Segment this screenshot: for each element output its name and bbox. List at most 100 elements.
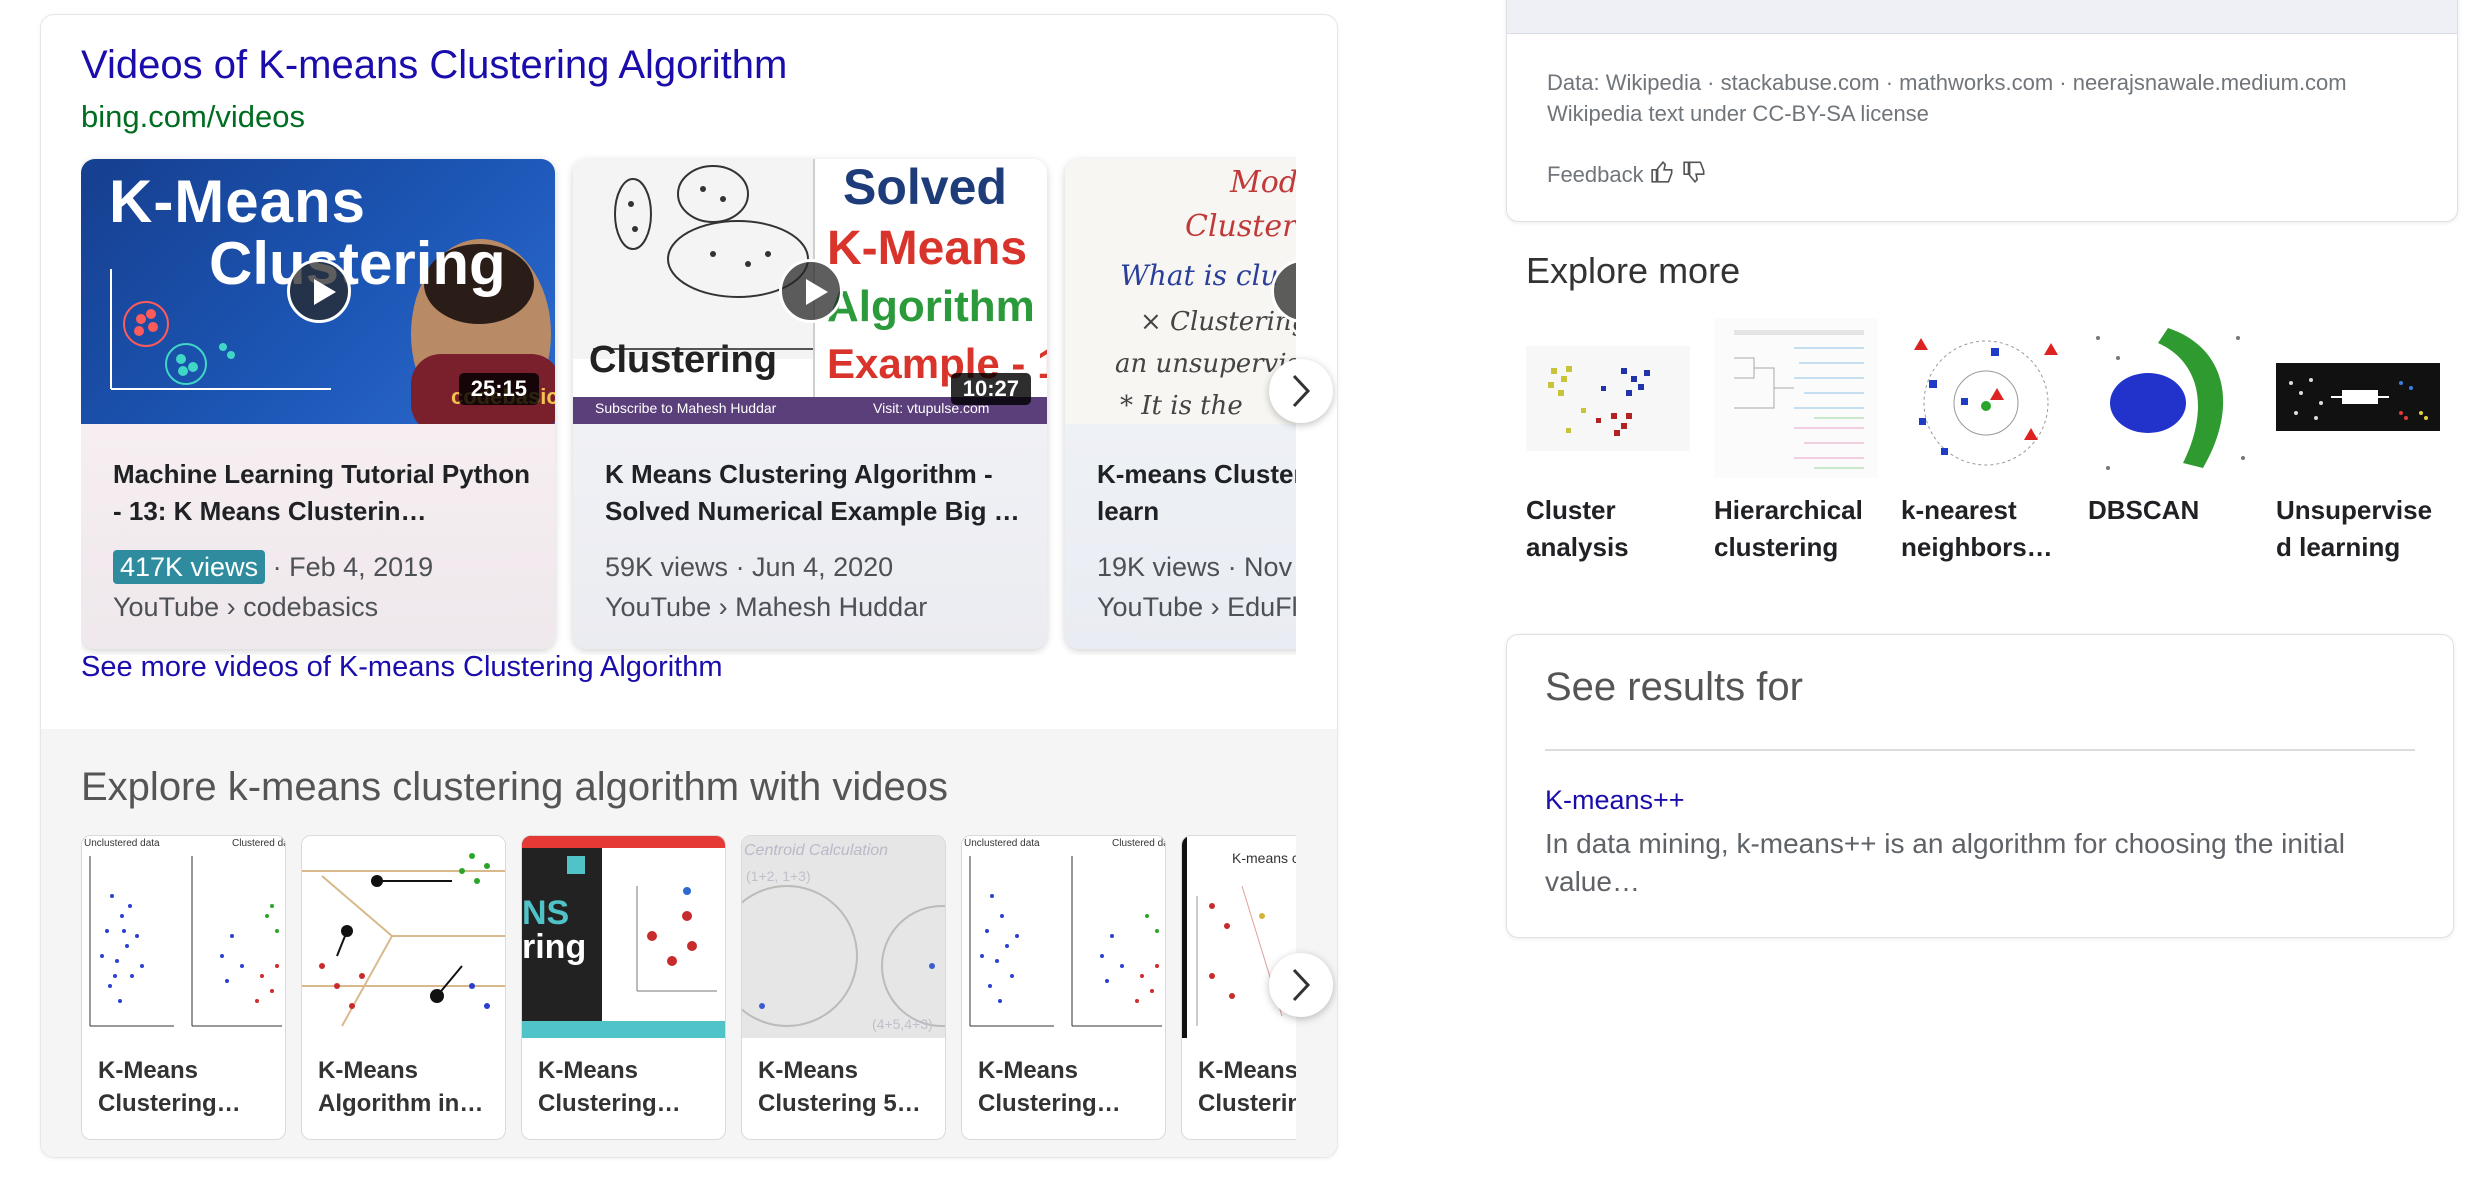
- explore-more-image: [1714, 318, 1878, 478]
- thumb-heading: K-Means: [109, 168, 367, 235]
- thumbs-up-icon[interactable]: [1650, 159, 1676, 191]
- video-tile[interactable]: Unclustered data Clustered da K-Means Cl…: [81, 835, 286, 1140]
- explore-more-title: Explore more: [1526, 250, 1741, 291]
- data-sources-text[interactable]: Data: Wikipedia · stackabuse.com · mathw…: [1547, 67, 2347, 98]
- thumb-caption: Clustered da: [1112, 838, 1165, 849]
- chevron-right-icon[interactable]: [1269, 953, 1333, 1017]
- see-results-title: See results for: [1545, 665, 1803, 709]
- tile-label: K-Means Clustering: [1198, 1057, 1296, 1117]
- result-link[interactable]: K-means++: [1545, 785, 1685, 816]
- thumb-text: an unsupervis: [1115, 349, 1296, 379]
- cluster-analysis-thumb: [1526, 346, 1690, 451]
- explore-videos-section: Explore k-means clustering algorithm wit…: [41, 729, 1337, 1157]
- video-tile[interactable]: NS ring K-Means Clustering…: [521, 835, 726, 1140]
- views-badge: 417K views: [113, 550, 266, 584]
- video-tile[interactable]: Unclustered data Clustered da K-Means Cl…: [961, 835, 1166, 1140]
- video-meta: K-means Clustering KTU Machine learn 19K…: [1065, 424, 1296, 649]
- scatter-thumb: [962, 836, 1165, 1038]
- video-tile[interactable]: K-Means Algorithm in…: [301, 835, 506, 1140]
- thumb-text: * It is the: [1120, 391, 1243, 421]
- video-views: 59K views: [605, 552, 729, 582]
- video-card[interactable]: Modu Clustering What is clu × Clustering…: [1065, 159, 1296, 649]
- thumb-caption: Clustered da: [232, 838, 285, 849]
- video-duration: 10:27: [950, 373, 1031, 405]
- video-meta: K Means Clustering Algorithm - Solved Nu…: [573, 424, 1047, 649]
- video-card[interactable]: Solved K-Means Algorithm Example - 1 Clu…: [573, 159, 1047, 649]
- video-duration: 25:15: [458, 373, 539, 405]
- video-tile[interactable]: Centroid Calculation (1+2, 1+3) (4+5,4+3…: [741, 835, 946, 1140]
- explore-more-image: [1901, 318, 2065, 478]
- thumb-caption: Unclustered data: [964, 838, 1040, 849]
- thumb-line: Algorithm: [827, 282, 1035, 331]
- see-more-videos-link[interactable]: See more videos of K-means Clustering Al…: [81, 651, 723, 684]
- knowledge-panel-top-bar: [1507, 0, 2457, 34]
- explore-more-label: Unsupervise d learning: [2276, 495, 2433, 562]
- explore-more-image: [2088, 318, 2252, 478]
- tile-label: K-Means Clustering…: [98, 1057, 241, 1117]
- chevron-right-glyph: [1292, 374, 1311, 408]
- thumb-word: Clustering: [589, 339, 777, 381]
- video-date: · Feb 4, 2019: [265, 552, 434, 582]
- thumb-line: K-Means: [827, 222, 1028, 275]
- see-results-card: See results for K-means++ In data mining…: [1506, 634, 2454, 938]
- video-date: · Nov 23: [1227, 552, 1296, 582]
- divider: [1545, 749, 2415, 751]
- video-thumbnail[interactable]: Modu Clustering What is clu × Clustering…: [1065, 159, 1296, 424]
- tile-thumbnail: Centroid Calculation (1+2, 1+3) (4+5,4+3…: [742, 836, 945, 1038]
- tile-thumbnail: Unclustered data Clustered da: [82, 836, 285, 1038]
- unsupervised-thumb: [2276, 363, 2440, 431]
- voronoi-thumb: [302, 836, 505, 1038]
- video-carousel[interactable]: K-Means Clustering codebasics 25:15 Mach…: [81, 145, 1296, 655]
- knn-thumb: [1901, 318, 2065, 478]
- feedback-row: Feedback: [1547, 159, 1708, 191]
- thumbs-up-glyph: [1650, 161, 1673, 183]
- video-stats: 19K views · Nov 23: [1097, 552, 1296, 583]
- explore-more-image: [1526, 318, 1690, 478]
- whiteboard-thumb: [742, 885, 945, 1027]
- dbscan-thumb: [2088, 318, 2252, 478]
- video-meta: Machine Learning Tutorial Python - 13: K…: [81, 424, 555, 649]
- video-channel: YouTube › codebasics: [113, 592, 379, 622]
- thumb-caption: Unclustered data: [84, 838, 160, 849]
- video-thumbnail[interactable]: K-Means Clustering codebasics 25:15: [81, 159, 555, 424]
- videos-source: bing.com/videos: [81, 99, 306, 134]
- videos-title-link[interactable]: Videos of K-means Clustering Algorithm: [81, 43, 787, 88]
- thumb-text: ring: [522, 928, 587, 966]
- thumb-text: Modu: [1230, 165, 1296, 200]
- scatter-thumb: [82, 836, 285, 1038]
- video-title[interactable]: Machine Learning Tutorial Python - 13: K…: [113, 456, 533, 530]
- explore-more-label: Cluster analysis: [1526, 495, 1629, 562]
- chevron-right-icon[interactable]: [1269, 359, 1333, 423]
- explore-videos-carousel[interactable]: Unclustered data Clustered da K-Means Cl…: [81, 835, 1296, 1145]
- explore-videos-title: Explore k-means clustering algorithm wit…: [81, 765, 949, 809]
- license-text[interactable]: Wikipedia text under CC-BY-SA license: [1547, 98, 2347, 129]
- tile-label: K-Means Clustering…: [538, 1057, 681, 1117]
- thumb-text: Clustering: [1185, 209, 1296, 244]
- thumb-text: K-means c: [1232, 850, 1296, 866]
- thumb-text: Centroid Calculation: [744, 842, 889, 859]
- video-title[interactable]: K-means Clustering KTU Machine learn: [1097, 456, 1296, 530]
- video-date: · Jun 4, 2020: [728, 552, 894, 582]
- video-card[interactable]: K-Means Clustering codebasics 25:15 Mach…: [81, 159, 555, 649]
- play-icon[interactable]: [287, 259, 351, 323]
- data-sources: Data: Wikipedia · stackabuse.com · mathw…: [1547, 67, 2347, 129]
- thumb-subheading: Clustering: [209, 230, 506, 297]
- videos-card: Videos of K-means Clustering Algorithm b…: [40, 14, 1338, 1158]
- tile-label: K-Means Algorithm in…: [318, 1057, 484, 1117]
- thumbs-down-icon[interactable]: [1682, 159, 1708, 191]
- video-channel: YouTube › Mahesh Huddar: [605, 592, 928, 622]
- video-thumbnail[interactable]: Solved K-Means Algorithm Example - 1 Clu…: [573, 159, 1047, 424]
- tile-label: K-Means Clustering 5…: [758, 1057, 921, 1117]
- chevron-right-glyph: [1292, 968, 1311, 1002]
- play-icon[interactable]: [779, 259, 843, 323]
- result-description: In data mining, k-means++ is an algorith…: [1545, 828, 2345, 897]
- knowledge-panel-footer: Data: Wikipedia · stackabuse.com · mathw…: [1506, 0, 2458, 222]
- thumb-text: (1+2, 1+3): [746, 868, 811, 884]
- video-title[interactable]: K Means Clustering Algorithm - Solved Nu…: [605, 456, 1025, 530]
- thumbs-down-glyph: [1682, 161, 1705, 183]
- video-channel: YouTube › EduFlair: [1097, 592, 1296, 622]
- explore-more-image: [2276, 318, 2440, 478]
- video-stats: 59K views · Jun 4, 2020: [605, 552, 893, 583]
- tile-thumbnail: NS ring: [522, 836, 725, 1038]
- feedback-label[interactable]: Feedback: [1547, 162, 1644, 188]
